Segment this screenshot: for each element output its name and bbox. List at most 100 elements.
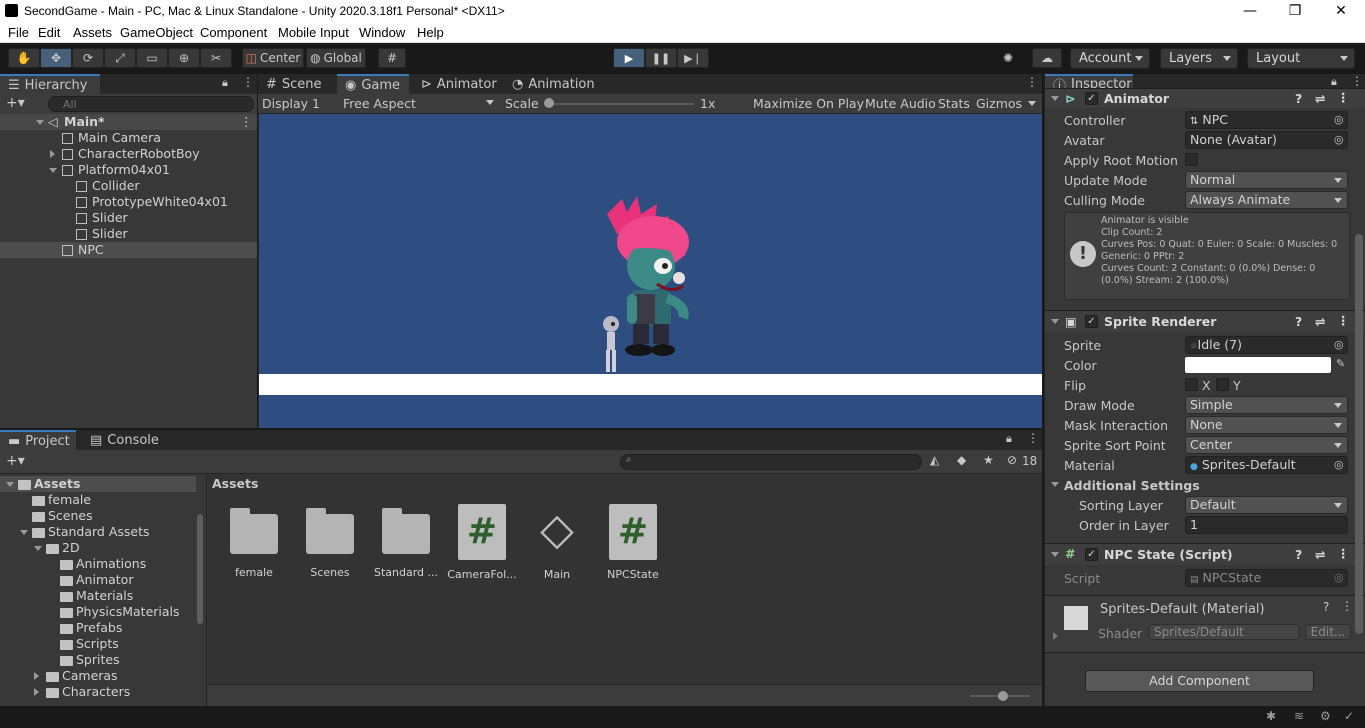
transform-tool-icon[interactable]: ⊕ — [168, 48, 200, 68]
animator-component-header[interactable]: ⊳ ✓ Animator ? ⇌ ⋮ — [1045, 88, 1365, 108]
menu-help[interactable]: Help — [417, 25, 444, 40]
kebab-menu-icon[interactable]: ⋮ — [1351, 74, 1363, 88]
step-button[interactable]: ▶❘ — [677, 48, 709, 68]
eyedropper-icon[interactable]: ✎ — [1336, 357, 1345, 370]
object-picker-icon[interactable]: ◎ — [1334, 458, 1344, 471]
sorting-layer-dropdown[interactable]: Default — [1185, 496, 1348, 514]
avatar-field[interactable]: None (Avatar) — [1185, 131, 1348, 149]
folder-item-standard-assets[interactable]: Standard Assets — [0, 524, 196, 540]
add-component-button[interactable]: Add Component — [1085, 670, 1314, 692]
sprite-field[interactable]: ⁘Idle (7) — [1185, 336, 1348, 354]
mute-audio-toggle[interactable]: Mute Audio — [865, 96, 936, 111]
flip-x-checkbox[interactable] — [1185, 378, 1198, 391]
sprite-renderer-component-header[interactable]: ▣ ✓ Sprite Renderer ? ⇌ ⋮ — [1045, 310, 1365, 332]
lock-icon[interactable]: 🔒︎ — [1331, 75, 1337, 89]
material-foldout-arrow-icon[interactable] — [1053, 632, 1058, 640]
npc-state-component-header[interactable]: # ✓ NPC State (Script) ? ⇌ ⋮ — [1045, 543, 1365, 565]
draw-mode-dropdown[interactable]: Simple — [1185, 396, 1348, 414]
tree-item-slider[interactable]: Slider — [0, 226, 257, 242]
filter-by-label-icon[interactable]: ◆ — [957, 453, 966, 467]
preset-icon[interactable]: ⇌ — [1315, 547, 1325, 562]
material-field[interactable]: ● Sprites-Default — [1185, 456, 1348, 474]
folder-item-scenes[interactable]: Scenes — [0, 508, 196, 524]
tree-item-platform04x01[interactable]: Platform04x01 — [0, 162, 257, 178]
expand-arrow-icon[interactable] — [49, 168, 57, 173]
tree-item-main-camera[interactable]: Main Camera — [0, 130, 257, 146]
progress-icon[interactable]: ≋ — [1294, 709, 1304, 723]
tab-console[interactable]: ▤ Console — [82, 430, 167, 450]
controller-field[interactable]: ⇅ NPC — [1185, 111, 1348, 129]
scale-slider-track[interactable] — [546, 103, 694, 105]
move-tool-icon[interactable]: ✥ — [40, 48, 72, 68]
tab-hierarchy[interactable]: ☰ Hierarchy — [0, 74, 100, 94]
object-picker-icon[interactable]: ◎ — [1334, 113, 1344, 126]
component-menu-icon[interactable]: ⋮ — [1337, 90, 1350, 105]
culling-mode-dropdown[interactable]: Always Animate — [1185, 191, 1348, 209]
update-mode-dropdown[interactable]: Normal — [1185, 171, 1348, 189]
maximize-button[interactable]: ❐ — [1272, 2, 1318, 22]
gizmos-caret-icon[interactable] — [1028, 101, 1036, 106]
help-icon[interactable]: ? — [1295, 91, 1302, 106]
object-picker-icon[interactable]: ◎ — [1334, 338, 1344, 351]
tree-item-slider[interactable]: Slider — [0, 210, 257, 226]
expand-arrow-icon[interactable] — [50, 150, 55, 158]
account-dropdown[interactable]: Account — [1070, 48, 1150, 69]
additional-settings-foldout[interactable]: Additional Settings — [1051, 475, 1341, 495]
asset-folder-female[interactable]: female — [216, 504, 292, 579]
display-dropdown[interactable]: Display 1 — [262, 96, 320, 111]
filter-by-type-icon[interactable]: ◭ — [930, 453, 939, 467]
aspect-dropdown[interactable]: Free Aspect — [343, 96, 498, 111]
breadcrumb[interactable]: Assets — [212, 476, 258, 491]
mask-interaction-dropdown[interactable]: None — [1185, 416, 1348, 434]
menu-component[interactable]: Component — [200, 25, 267, 40]
preset-icon[interactable]: ⇌ — [1315, 91, 1325, 106]
component-menu-icon[interactable]: ⋮ — [1337, 313, 1350, 328]
folder-item-physicsmaterials[interactable]: PhysicsMaterials — [0, 604, 196, 620]
asset-folder-scenes[interactable]: Scenes — [292, 504, 368, 579]
folder-item-animations[interactable]: Animations — [0, 556, 196, 572]
bug-icon[interactable]: ✱ — [1266, 709, 1276, 723]
create-plus-icon[interactable]: +▾ — [6, 453, 25, 469]
maximize-on-play-toggle[interactable]: Maximize On Play — [753, 96, 864, 111]
help-icon[interactable]: ? — [1295, 314, 1302, 329]
tab-project[interactable]: ▬ Project — [0, 430, 76, 450]
folder-item-characters[interactable]: Characters — [0, 684, 196, 700]
order-in-layer-input[interactable]: 1 — [1185, 516, 1348, 534]
component-menu-icon[interactable]: ⋮ — [1337, 546, 1350, 561]
menu-gameobject[interactable]: GameObject — [120, 25, 193, 40]
settings-icon[interactable]: ⚙ — [1320, 709, 1331, 723]
asset-script-camerafollow[interactable]: # CameraFol... — [444, 504, 520, 581]
flip-y-checkbox[interactable] — [1216, 378, 1229, 391]
pause-button[interactable]: ❚❚ — [645, 48, 677, 68]
help-icon[interactable]: ? — [1323, 600, 1329, 614]
folder-item-materials[interactable]: Materials — [0, 588, 196, 604]
rect-tool-icon[interactable]: ▭ — [136, 48, 168, 68]
menu-edit[interactable]: Edit — [38, 25, 60, 40]
apply-root-motion-checkbox[interactable] — [1185, 153, 1198, 166]
folder-item-sprites[interactable]: Sprites — [0, 652, 196, 668]
folder-item-assets[interactable]: Assets — [0, 476, 196, 492]
tree-item-main-scene[interactable]: ◁ Main* ⋮ — [0, 114, 257, 130]
folder-item-animator[interactable]: Animator — [0, 572, 196, 588]
object-picker-icon[interactable]: ◎ — [1334, 133, 1344, 146]
menu-mobile-input[interactable]: Mobile Input — [278, 25, 349, 40]
grid-snap-icon[interactable]: # — [378, 48, 406, 68]
kebab-menu-icon[interactable]: ⋮ — [1027, 431, 1039, 445]
play-button[interactable]: ▶ — [613, 48, 645, 68]
color-swatch[interactable] — [1185, 357, 1331, 373]
scene-menu-icon[interactable]: ⋮ — [240, 114, 253, 129]
tree-item-collider[interactable]: Collider — [0, 178, 257, 194]
tab-animator[interactable]: ⊳ Animator — [413, 74, 505, 94]
tree-item-npc[interactable]: NPC — [0, 242, 257, 258]
lock-icon[interactable]: 🔒︎ — [222, 76, 228, 90]
help-icon[interactable]: ? — [1295, 547, 1302, 562]
game-viewport[interactable] — [259, 114, 1042, 428]
menu-window[interactable]: Window — [359, 25, 405, 40]
tab-scene[interactable]: # Scene — [258, 74, 330, 94]
minimize-button[interactable]: — — [1227, 2, 1273, 22]
menu-file[interactable]: File — [8, 25, 29, 40]
close-button[interactable]: ✕ — [1318, 2, 1364, 22]
scale-tool-icon[interactable]: ⤢ — [104, 48, 136, 68]
inspector-scrollbar[interactable] — [1355, 234, 1363, 634]
project-search-input[interactable] — [620, 454, 922, 470]
